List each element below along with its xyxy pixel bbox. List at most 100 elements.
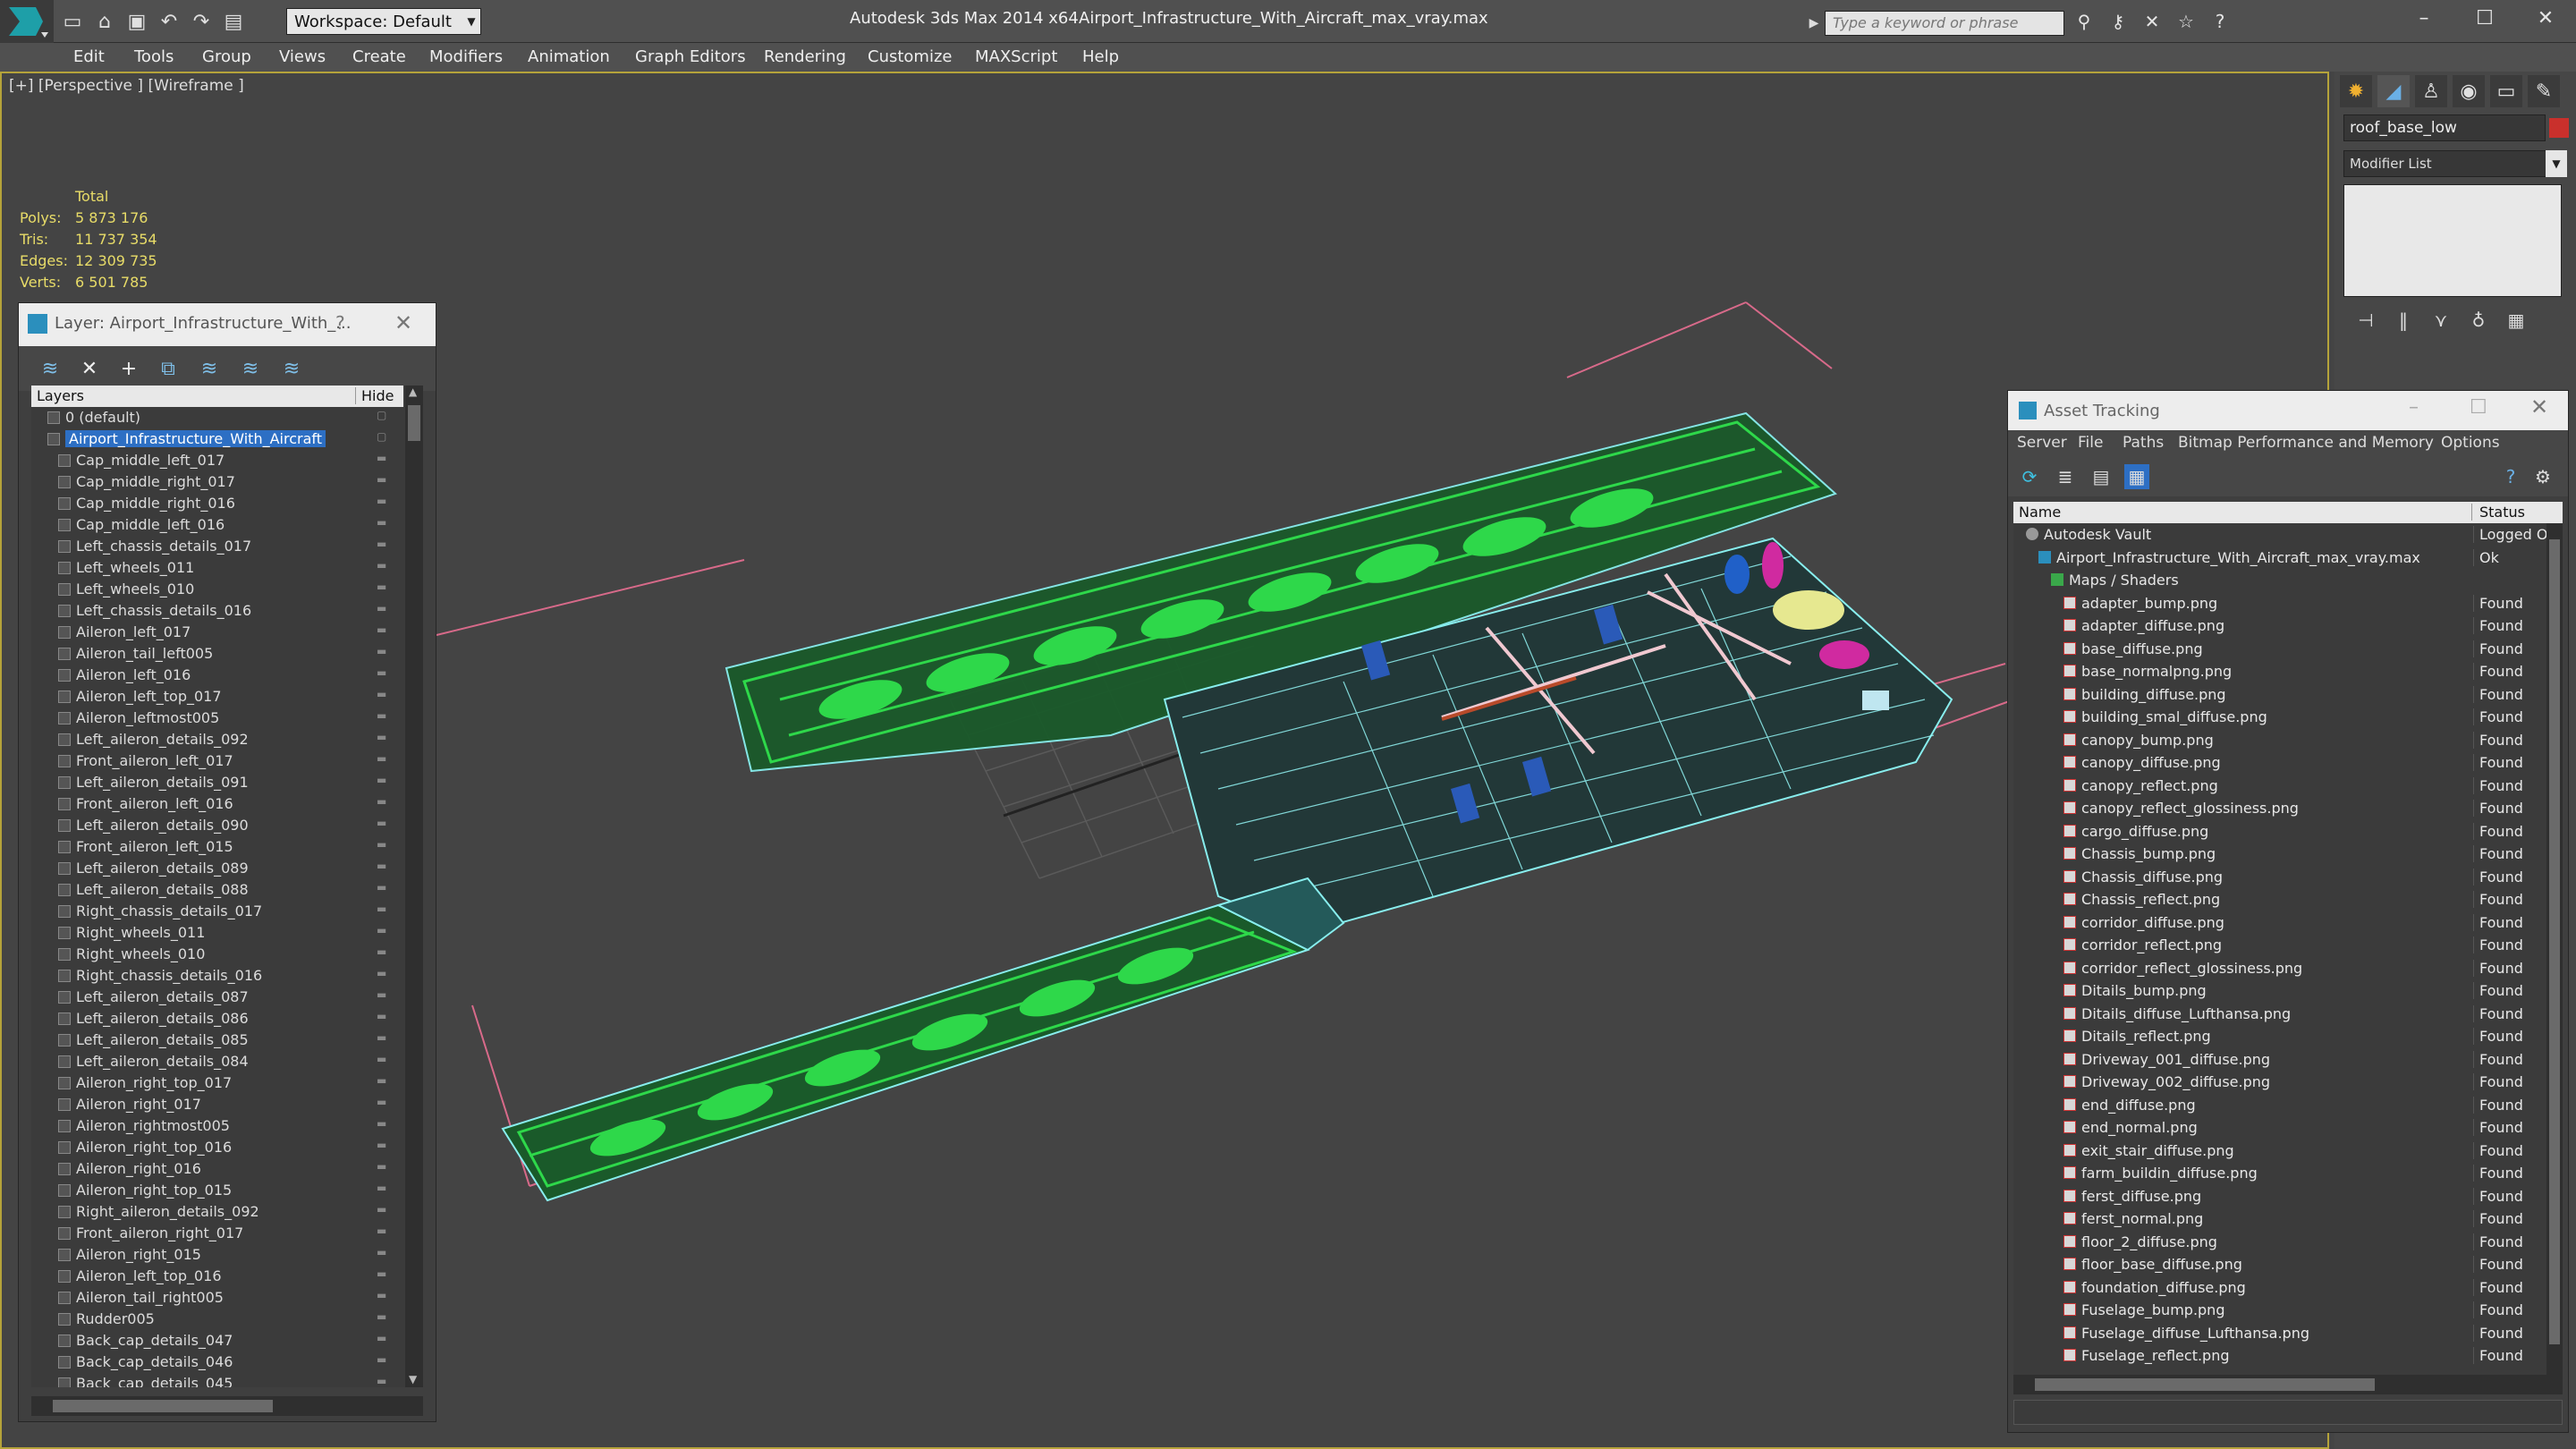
delete-layer-icon[interactable]: ✕ — [76, 355, 103, 382]
layer-row[interactable]: Aileron_tail_left005 ▬ — [31, 643, 403, 665]
hide-toggle[interactable]: ▬ — [377, 1267, 386, 1280]
hide-toggle[interactable]: ▬ — [377, 731, 386, 743]
asset-row[interactable]: end_normal.png Found — [2013, 1116, 2546, 1140]
hide-toggle[interactable]: ▬ — [377, 623, 386, 636]
pin-stack-icon[interactable]: ⊣ — [2352, 307, 2379, 334]
menu-graph-editors[interactable]: Graph Editors — [635, 47, 746, 66]
hide-toggle[interactable]: ▬ — [377, 881, 386, 894]
layers-column-header[interactable]: Layers — [37, 387, 84, 404]
hide-toggle[interactable]: ▬ — [377, 452, 386, 464]
layer-row[interactable]: Aileron_right_top_015 ▬ — [31, 1180, 403, 1201]
expand-arrow-icon[interactable]: ▶ — [1805, 11, 1823, 36]
hide-toggle[interactable]: ▬ — [377, 1096, 386, 1108]
hide-toggle[interactable]: ▬ — [377, 1353, 386, 1366]
layer-row[interactable]: Front_aileron_left_016 ▬ — [31, 793, 403, 815]
hide-toggle[interactable]: ▬ — [377, 666, 386, 679]
menu-create[interactable]: Create — [352, 47, 406, 66]
new-file-icon[interactable]: ▭ — [59, 8, 86, 35]
layer-row[interactable]: Front_aileron_right_017 ▬ — [31, 1223, 403, 1244]
refresh-icon[interactable]: ⟳ — [2017, 464, 2042, 489]
layer-row[interactable]: Left_aileron_details_087 ▬ — [31, 987, 403, 1008]
hide-toggle[interactable]: ▬ — [377, 473, 386, 486]
status-column-header[interactable]: Status — [2471, 504, 2563, 521]
layer-row[interactable]: Aileron_right_top_017 ▬ — [31, 1072, 403, 1094]
layer-row[interactable]: Right_wheels_010 ▬ — [31, 944, 403, 965]
layer-row[interactable]: Left_chassis_details_017 ▬ — [31, 536, 403, 557]
layer-row[interactable]: Left_wheels_011 ▬ — [31, 557, 403, 579]
layer-row[interactable]: Aileron_rightmost005 ▬ — [31, 1115, 403, 1137]
asset-row[interactable]: Chassis_reflect.png Found — [2013, 888, 2546, 911]
asset-menu-paths[interactable]: Paths — [2123, 434, 2164, 452]
hide-toggle[interactable]: ▬ — [377, 1246, 386, 1258]
asset-row[interactable]: floor_base_diffuse.png Found — [2013, 1253, 2546, 1276]
object-name-field[interactable]: roof_base_low — [2343, 114, 2546, 141]
menu-animation[interactable]: Animation — [528, 47, 610, 66]
asset-row[interactable]: exit_stair_diffuse.png Found — [2013, 1140, 2546, 1163]
select-objects-icon[interactable]: ⧉ — [155, 355, 182, 382]
asset-horizontal-scrollbar[interactable] — [2013, 1375, 2563, 1394]
hide-toggle[interactable]: ▢ — [377, 409, 386, 421]
layer-row[interactable]: Left_aileron_details_089 ▬ — [31, 858, 403, 879]
layer-row[interactable]: Front_aileron_left_015 ▬ — [31, 836, 403, 858]
layer-row[interactable]: Right_chassis_details_016 ▬ — [31, 965, 403, 987]
hide-toggle[interactable]: ▬ — [377, 495, 386, 507]
motion-tab-icon[interactable]: ◉ — [2453, 75, 2485, 107]
asset-row[interactable]: Ditails_diffuse_Lufthansa.png Found — [2013, 1003, 2546, 1026]
asset-row[interactable]: Fuselage_bump.png Found — [2013, 1299, 2546, 1322]
asset-tracking-titlebar[interactable]: Asset Tracking – ☐ ✕ — [2008, 391, 2568, 430]
app-logo[interactable] — [0, 0, 54, 43]
asset-menu-file[interactable]: File — [2078, 434, 2103, 452]
menu-tools[interactable]: Tools — [134, 47, 174, 66]
search-input[interactable]: Type a keyword or phrase — [1825, 11, 2064, 36]
asset-menu-server[interactable]: Server — [2017, 434, 2067, 452]
asset-row[interactable]: Autodesk Vault Logged Out — [2013, 523, 2546, 547]
layer-row[interactable]: Aileron_left_top_017 ▬ — [31, 686, 403, 708]
asset-row[interactable]: foundation_diffuse.png Found — [2013, 1276, 2546, 1300]
asset-row[interactable]: building_diffuse.png Found — [2013, 683, 2546, 707]
layer-row[interactable]: Right_wheels_011 ▬ — [31, 922, 403, 944]
help-icon[interactable]: ? — [2207, 9, 2233, 34]
hide-toggle[interactable]: ▬ — [377, 752, 386, 765]
layer-row[interactable]: Cap_middle_right_017 ▬ — [31, 471, 403, 493]
layer-row[interactable]: Aileron_right_017 ▬ — [31, 1094, 403, 1115]
close-icon[interactable]: ✕ — [394, 310, 412, 335]
layer-row[interactable]: Right_aileron_details_092 ▬ — [31, 1201, 403, 1223]
layer-row[interactable]: Left_aileron_details_085 ▬ — [31, 1030, 403, 1051]
hide-toggle[interactable]: ▬ — [377, 516, 386, 529]
layer-horizontal-scrollbar[interactable] — [31, 1396, 423, 1416]
show-end-result-icon[interactable]: ‖ — [2390, 307, 2417, 334]
hide-toggle[interactable]: ▬ — [377, 1074, 386, 1087]
close-icon[interactable]: ✕ — [2530, 394, 2548, 419]
display-tab-icon[interactable]: ▭ — [2490, 75, 2522, 107]
menu-maxscript[interactable]: MAXScript — [975, 47, 1057, 66]
layer-row[interactable]: Aileron_right_016 ▬ — [31, 1158, 403, 1180]
hide-toggle[interactable]: ▬ — [377, 774, 386, 786]
chevron-down-icon[interactable]: ▼ — [462, 8, 481, 35]
hide-toggle[interactable]: ▬ — [377, 538, 386, 550]
hide-toggle[interactable]: ▬ — [377, 602, 386, 614]
asset-row[interactable]: building_smal_diffuse.png Found — [2013, 706, 2546, 729]
hide-toggle[interactable]: ▬ — [377, 967, 386, 979]
layer-row[interactable]: Cap_middle_right_016 ▬ — [31, 493, 403, 514]
asset-row[interactable]: base_diffuse.png Found — [2013, 638, 2546, 661]
asset-menu-options[interactable]: Options — [2441, 434, 2500, 452]
layer-row[interactable]: Left_aileron_details_088 ▬ — [31, 879, 403, 901]
create-tab-icon[interactable]: ✹ — [2340, 75, 2372, 107]
table-view-icon[interactable]: ▦ — [2124, 464, 2149, 489]
minimize-icon[interactable]: – — [2409, 396, 2419, 419]
layer-row[interactable]: Right_chassis_details_017 ▬ — [31, 901, 403, 922]
layer-panel-titlebar[interactable]: Layer: Airport_Infrastructure_With_... ?… — [19, 303, 436, 346]
hide-toggle[interactable]: ▢ — [377, 430, 386, 443]
asset-row[interactable]: Maps / Shaders — [2013, 569, 2546, 592]
utilities-tab-icon[interactable]: ✎ — [2528, 75, 2560, 107]
highlight-layer-icon[interactable]: ≋ — [196, 355, 223, 382]
layer-row[interactable]: Cap_middle_left_016 ▬ — [31, 514, 403, 536]
workspace-select[interactable]: Workspace: Default — [286, 8, 481, 35]
hide-toggle[interactable]: ▬ — [377, 795, 386, 808]
asset-row[interactable]: Chassis_diffuse.png Found — [2013, 866, 2546, 889]
layer-vertical-scrollbar[interactable]: ▲ ▼ — [405, 386, 423, 1387]
redo-icon[interactable]: ↷ — [188, 8, 215, 35]
new-layer-icon[interactable]: ≋ — [37, 355, 64, 382]
asset-row[interactable]: Ditails_bump.png Found — [2013, 979, 2546, 1003]
layer-row[interactable]: Left_aileron_details_084 ▬ — [31, 1051, 403, 1072]
